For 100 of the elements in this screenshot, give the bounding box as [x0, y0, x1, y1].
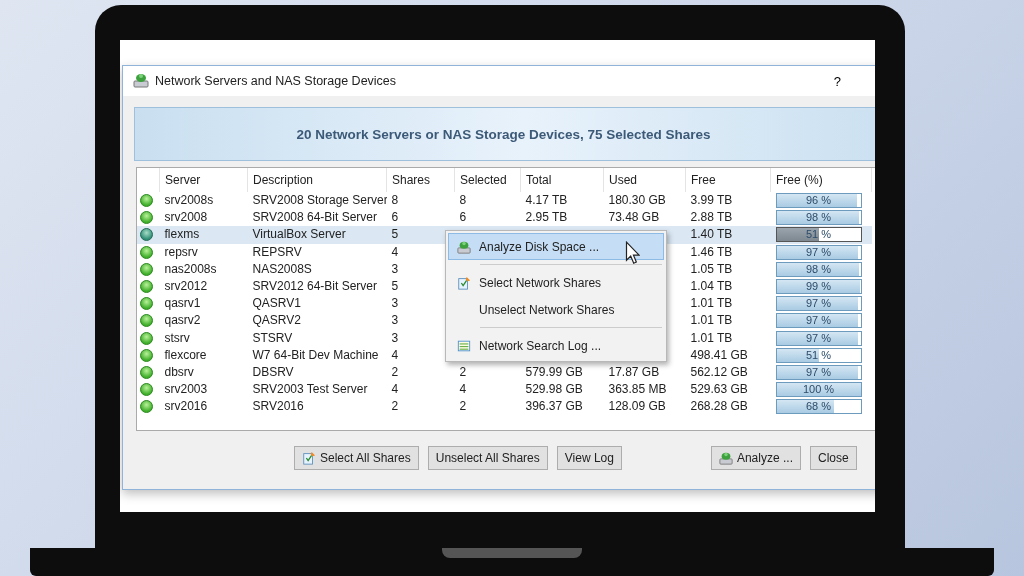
- table-cell: VirtualBox Server: [252, 227, 346, 242]
- percent-label: 51 %: [804, 348, 833, 362]
- help-button[interactable]: ?: [827, 71, 847, 91]
- table-cell: nas2008s: [164, 261, 217, 276]
- percent-label: 99 %: [804, 280, 833, 294]
- table-cell: dbsrv: [164, 364, 194, 379]
- table-cell: 4: [459, 382, 467, 397]
- menu-item[interactable]: Network Search Log ...: [448, 332, 664, 359]
- table-cell: 4: [391, 347, 399, 362]
- table-cell: QASRV2: [252, 313, 301, 328]
- dialog-button[interactable]: Select All Shares: [294, 446, 419, 470]
- column-header[interactable]: Free: [685, 168, 771, 192]
- table-cell: 6: [459, 210, 467, 225]
- table-cell: srv2003: [164, 382, 208, 397]
- column-header[interactable]: Description: [247, 168, 387, 192]
- menu-item[interactable]: Select Network Shares: [448, 269, 664, 296]
- percent-label: 97 %: [804, 297, 833, 311]
- table-cell: REPSRV: [252, 244, 302, 259]
- table-cell: 2: [391, 364, 399, 379]
- table-cell: STSRV: [252, 330, 293, 345]
- table-cell: SRV2003 Test Server: [252, 382, 368, 397]
- table-cell: 498.41 GB: [690, 347, 748, 362]
- column-header[interactable]: Free (%): [770, 168, 872, 192]
- menu-item[interactable]: Analyze Disk Space ...: [448, 233, 664, 260]
- table-cell: 1.04 TB: [690, 279, 733, 294]
- percent-label: 98 %: [804, 211, 833, 225]
- column-header[interactable]: Shares: [386, 168, 455, 192]
- table-cell: 73.48 GB: [608, 210, 660, 225]
- percent-label: 51 %: [804, 228, 833, 242]
- table-cell: 3: [391, 261, 399, 276]
- column-header[interactable]: Server: [159, 168, 248, 192]
- table-cell: 4: [391, 382, 399, 397]
- percent-label: 100 %: [801, 383, 836, 397]
- percent-label: 98 %: [804, 262, 833, 276]
- percent-label: 96 %: [804, 194, 833, 208]
- drive-icon: [457, 239, 471, 254]
- table-cell: SRV2008 64-Bit Server: [252, 210, 377, 225]
- table-cell: 529.98 GB: [525, 382, 583, 397]
- table-cell: 562.12 GB: [690, 364, 748, 379]
- column-header[interactable]: Total: [520, 168, 604, 192]
- table-cell: srv2008s: [164, 193, 214, 208]
- table-cell: 8: [459, 193, 467, 208]
- table-cell: 2.95 TB: [525, 210, 568, 225]
- table-cell: NAS2008S: [252, 261, 312, 276]
- percent-label: 97 %: [804, 365, 833, 379]
- table-cell: 1.46 TB: [690, 244, 733, 259]
- table-cell: 363.85 MB: [608, 382, 667, 397]
- table-cell: 4: [391, 244, 399, 259]
- dialog-button[interactable]: Close: [809, 446, 857, 470]
- dialog-button[interactable]: Analyze ...: [710, 446, 801, 470]
- table-cell: 1.01 TB: [690, 296, 733, 311]
- table-cell: 579.99 GB: [525, 364, 583, 379]
- percent-label: 68 %: [804, 400, 833, 414]
- table-cell: 4.17 TB: [525, 193, 568, 208]
- table-cell: flexms: [164, 227, 200, 242]
- table-cell: srv2008: [164, 210, 208, 225]
- table-cell: 3: [391, 296, 399, 311]
- table-cell: 3: [391, 313, 399, 328]
- menu-item[interactable]: Unselect Network Shares: [448, 296, 664, 323]
- checklist-icon: [457, 275, 471, 290]
- column-header[interactable]: Used: [603, 168, 686, 192]
- table-cell: 2: [391, 399, 399, 414]
- table-cell: 5: [391, 279, 399, 294]
- table-cell: 2.88 TB: [690, 210, 733, 225]
- table-cell: 1.05 TB: [690, 261, 733, 276]
- table-cell: SRV2016: [252, 399, 304, 414]
- table-cell: 5: [391, 227, 399, 242]
- table-cell: SRV2012 64-Bit Server: [252, 279, 377, 294]
- table-cell: flexcore: [164, 347, 207, 362]
- app-icon: [133, 71, 149, 88]
- table-cell: srv2016: [164, 399, 208, 414]
- table-cell: 3: [391, 330, 399, 345]
- percent-label: 97 %: [804, 245, 833, 259]
- dialog-button[interactable]: View Log: [556, 446, 622, 470]
- table-cell: 2: [459, 399, 467, 414]
- column-header[interactable]: Selected: [454, 168, 521, 192]
- dialog-button[interactable]: Unselect All Shares: [427, 446, 548, 470]
- cursor-icon: [625, 241, 640, 265]
- table-cell: repsrv: [164, 244, 198, 259]
- table-cell: qasrv2: [164, 313, 201, 328]
- table-cell: 529.63 GB: [690, 382, 748, 397]
- summary-banner: 20 Network Servers or NAS Storage Devices, 75 Selected Shares: [134, 107, 875, 161]
- table-cell: 268.28 GB: [690, 399, 748, 414]
- table-cell: srv2012: [164, 279, 208, 294]
- table-cell: DBSRV: [252, 364, 294, 379]
- table-cell: 1.01 TB: [690, 330, 733, 345]
- table-cell: 396.37 GB: [525, 399, 583, 414]
- window-title: Network Servers and NAS Storage Devices: [155, 74, 397, 88]
- drive-icon: [718, 451, 733, 465]
- table-cell: 3.99 TB: [690, 193, 733, 208]
- table-cell: 180.30 GB: [608, 193, 666, 208]
- log-icon: [457, 338, 471, 353]
- table-cell: W7 64-Bit Dev Machine: [252, 347, 379, 362]
- table-cell: 2: [459, 364, 467, 379]
- table-cell: qasrv1: [164, 296, 201, 311]
- table-cell: 1.01 TB: [690, 313, 733, 328]
- table-cell: 1.40 TB: [690, 227, 733, 242]
- checklist-icon: [302, 451, 316, 465]
- table-cell: stsrv: [164, 330, 190, 345]
- percent-label: 97 %: [804, 331, 833, 345]
